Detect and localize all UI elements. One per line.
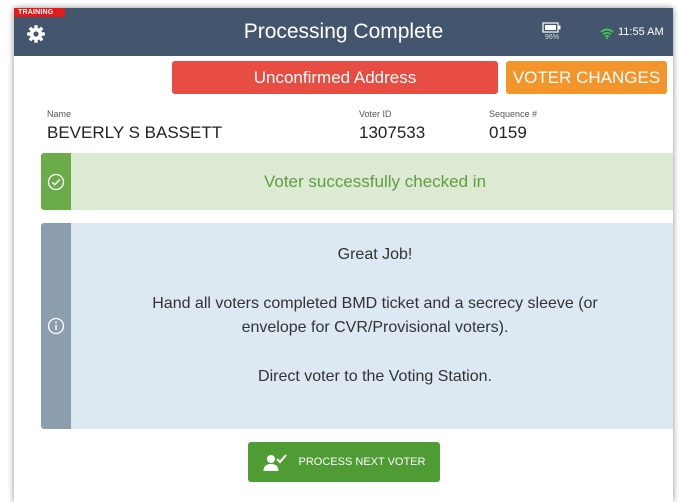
info-instruction-line1: Hand all voters completed BMD ticket and… [152,295,598,312]
info-panel-stripe [41,223,71,429]
unconfirmed-address-badge[interactable]: Unconfirmed Address [172,61,498,94]
success-alert-stripe [41,153,71,210]
battery-icon [542,22,561,33]
info-message: Great Job! Hand all voters completed BMD… [71,223,673,429]
info-direction: Direct voter to the Voting Station. [258,368,492,385]
clock-time: 11:55 AM [618,26,664,38]
success-alert: Voter successfully checked in [41,153,673,210]
training-badge: TRAINING [14,8,66,17]
info-circle-icon [47,317,65,335]
info-instruction-line2: envelope for CVR/Provisional voters). [241,319,509,336]
wifi-icon [600,26,614,44]
voter-id: 1307533 [359,123,426,142]
success-message: Voter successfully checked in [263,171,487,191]
user-check-icon [263,454,287,471]
sequence-number: 0159 [489,123,527,142]
battery-indicator: 96% [542,22,562,41]
header-bar: TRAINING Processing Complete 96% 11:55 A… [14,8,673,56]
info-heading: Great Job! [337,246,413,263]
battery-percent: 96% [544,34,559,41]
voter-name: BEVERLY S BASSETT [47,123,223,142]
page-title: Processing Complete [243,20,444,43]
check-circle-icon [47,173,65,190]
voter-id-label: Voter ID [359,109,392,119]
sequence-label: Sequence # [489,109,538,119]
info-panel: Great Job! Hand all voters completed BMD… [41,223,673,429]
app-window: TRAINING Processing Complete 96% 11:55 A… [14,8,673,502]
process-next-voter-button[interactable]: PROCESS NEXT VOTER [248,442,440,482]
name-label: Name [47,109,72,119]
process-next-voter-label: PROCESS NEXT VOTER [298,456,426,468]
voter-changes-button[interactable]: VOTER CHANGES [506,61,667,94]
